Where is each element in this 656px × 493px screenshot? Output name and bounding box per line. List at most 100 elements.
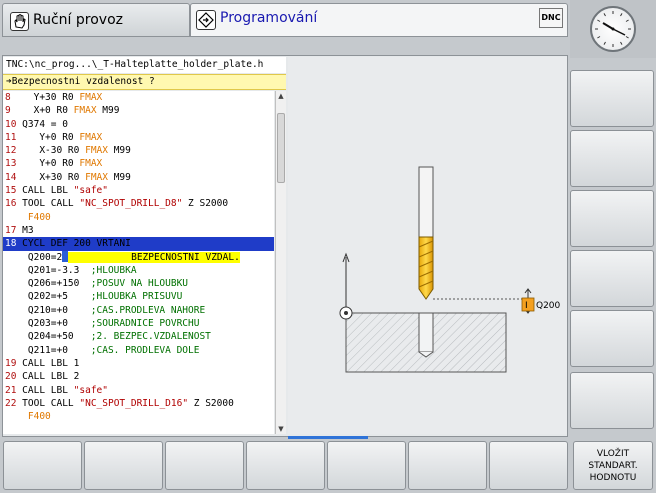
code-token: CALL LBL [16, 384, 74, 396]
softkey-bottom-1[interactable] [3, 441, 82, 490]
code-token: Z S2000 [188, 397, 234, 409]
program-line[interactable]: Q203=+0 ;SOURADNICE POVRCHU [3, 317, 274, 330]
program-path: TNC:\nc_prog...\_T-Halteplatte_holder_pl… [3, 57, 286, 73]
code-token: CALL LBL [16, 185, 74, 197]
softkey-line-1: VLOŽIT [596, 449, 630, 459]
program-line[interactable]: 21 CALL LBL "safe" [3, 384, 274, 397]
code-token: FMAX [85, 145, 108, 157]
softkey-right-5[interactable] [570, 310, 654, 367]
code-token: Q210=+0 [5, 304, 91, 316]
softkey-right-1[interactable] [570, 70, 654, 127]
tab-manual-operation[interactable]: Ruční provoz [2, 3, 190, 37]
code-token: Q204=+50 [5, 331, 91, 343]
code-token: FMAX [79, 158, 103, 170]
dialog-prompt: ➔Bezpecnostni vzdalenost ? [3, 74, 286, 90]
code-token: "NC_SPOT_DRILL_D8" [79, 198, 183, 210]
code-token: FMAX [79, 131, 103, 143]
code-token: Q201=-3.3 [5, 264, 91, 276]
softkey-bottom-7[interactable] [489, 441, 568, 490]
code-token: Z S2000 [182, 198, 229, 210]
softkey-bottom-3[interactable] [165, 441, 244, 490]
code-token: BEZPECNOSTNI VZDAL. [68, 251, 240, 263]
drilling-cycle-illustration: I Q200 [339, 166, 561, 373]
code-token: Q200=2 [5, 251, 63, 263]
line-number: 12 [5, 145, 17, 157]
tab-programming[interactable]: Programování [190, 3, 568, 37]
softkey-line-2: STANDART. [588, 461, 638, 471]
program-line[interactable]: 11 Y+0 R0 FMAX [3, 131, 274, 144]
code-token: Q211=+0 [5, 344, 91, 356]
softkey-line-3: HODNOTU [589, 473, 637, 483]
program-line[interactable]: F400 [3, 410, 274, 423]
code-token: TOOL CALL [16, 198, 80, 210]
tab-programming-label: Programování [220, 10, 318, 26]
code-token: Q206=+150 [5, 278, 91, 290]
program-line[interactable]: 9 X+0 R0 FMAX M99 [3, 104, 274, 117]
line-number: 15 [5, 185, 17, 197]
code-token: Y+30 R0 [10, 92, 80, 103]
tab-manual-label: Ruční provoz [33, 12, 123, 28]
code-token: X-30 R0 [16, 145, 86, 157]
softkey-bottom-6[interactable] [408, 441, 487, 490]
program-line[interactable]: 12 X-30 R0 FMAX M99 [3, 144, 274, 157]
code-token: ;CAS. PRODLEVA DOLE [90, 344, 200, 356]
program-line[interactable]: 20 CALL LBL 2 [3, 370, 274, 383]
program-line[interactable]: 22 TOOL CALL "NC_SPOT_DRILL_D16" Z S2000 [3, 397, 274, 410]
scroll-down-icon[interactable]: ▼ [276, 424, 286, 434]
program-line[interactable]: 19 CALL LBL 1 [3, 357, 274, 370]
line-number: 17 [5, 224, 17, 236]
code-token: M99 [96, 105, 120, 117]
program-line[interactable]: Q202=+5 ;HLOUBKA PRISUVU [3, 290, 274, 303]
program-line[interactable]: Q206=+150 ;POSUV NA HLOUBKU [3, 277, 274, 290]
code-token: ;POSUV NA HLOUBKU [90, 278, 189, 290]
programming-icon [196, 10, 216, 30]
softkey-right-6[interactable] [570, 372, 654, 429]
softkey-right-2[interactable] [570, 130, 654, 187]
insert-default-value-button[interactable]: VLOŽIT STANDART. HODNOTU [573, 441, 653, 490]
softkey-bottom-2[interactable] [84, 441, 163, 490]
program-line[interactable]: 10 Q374 = 0 [3, 118, 274, 131]
program-line[interactable]: Q204=+50 ;2. BEZPEC.VZDALENOST [3, 330, 274, 343]
code-token: CALL LBL 1 [16, 357, 80, 369]
program-line[interactable]: 16 TOOL CALL "NC_SPOT_DRILL_D8" Z S2000 [3, 197, 274, 210]
line-number: 13 [5, 158, 17, 170]
code-token: "NC_SPOT_DRILL_D16" [79, 397, 189, 409]
program-line[interactable]: 17 M3 [3, 224, 274, 237]
scroll-thumb[interactable] [277, 113, 285, 183]
line-number: 16 [5, 198, 17, 210]
scroll-up-icon[interactable]: ▲ [276, 91, 286, 101]
softkey-right-3[interactable] [570, 190, 654, 247]
program-line[interactable]: 18 CYCL DEF 200 VRTANI [3, 237, 274, 251]
code-token: CALL LBL 2 [16, 371, 80, 383]
softkey-right-4[interactable] [570, 250, 654, 307]
svg-text:I: I [525, 301, 528, 311]
program-line[interactable]: 15 CALL LBL "safe" [3, 184, 274, 197]
dnc-indicator: DNC [539, 8, 563, 28]
line-number: 21 [5, 384, 17, 396]
program-line[interactable]: Q210=+0 ;CAS.PRODLEVA NAHORE [3, 304, 274, 317]
code-token: ;2. BEZPEC.VZDALENOST [90, 331, 211, 343]
code-token: X+30 R0 [16, 171, 86, 183]
program-line[interactable]: Q201=-3.3 ;HLOUBKA [3, 264, 274, 277]
softkey-bottom-4[interactable] [246, 441, 325, 490]
program-listing[interactable]: 8 Y+30 R0 FMAX 9 X+0 R0 FMAX M99 10 Q374 =… [3, 91, 274, 434]
line-number: 11 [5, 131, 17, 143]
program-line[interactable]: 14 X+30 R0 FMAX M99 [3, 171, 274, 184]
hand-icon [10, 12, 29, 31]
line-number: 10 [5, 118, 17, 130]
softkey-bottom-5[interactable] [327, 441, 406, 490]
program-line[interactable]: Q200=2 BEZPECNOSTNI VZDAL. [3, 250, 274, 264]
code-token: Q202=+5 [5, 291, 91, 303]
code-token: F400 [5, 211, 51, 223]
line-number: 22 [5, 397, 17, 409]
program-line[interactable]: 13 Y+0 R0 FMAX [3, 157, 274, 170]
line-number: 14 [5, 171, 17, 183]
listing-scrollbar[interactable]: ▲ ▼ [275, 91, 286, 434]
code-token: M3 [16, 224, 34, 236]
q200-label: Q200 [536, 301, 561, 311]
code-token: Q203=+0 [5, 318, 91, 330]
program-line[interactable]: Q211=+0 ;CAS. PRODLEVA DOLE [3, 344, 274, 357]
program-line[interactable]: F400 [3, 211, 274, 224]
page-indicator [288, 436, 368, 439]
program-line[interactable]: 8 Y+30 R0 FMAX [3, 91, 274, 104]
